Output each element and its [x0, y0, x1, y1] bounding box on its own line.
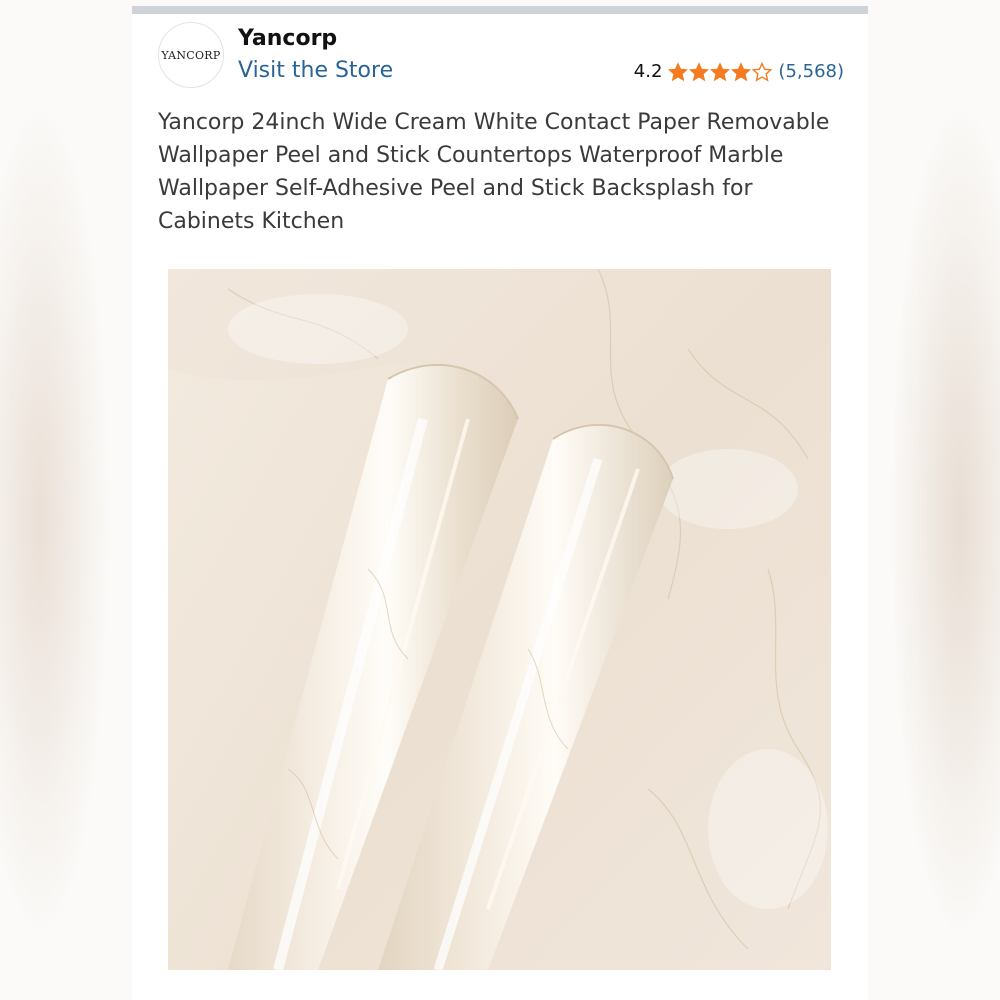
star-filled-icon [689, 61, 710, 82]
star-filled-icon [668, 61, 689, 82]
product-card: YANCORP Yancorp Visit the Store 4.2 (5,5… [132, 6, 868, 1000]
marble-rolls-icon [168, 268, 831, 972]
star-empty-icon [752, 61, 773, 82]
store-logo-text: YANCORP [161, 48, 221, 62]
top-divider [132, 6, 868, 14]
product-title: Yancorp 24inch Wide Cream White Contact … [158, 110, 830, 234]
visit-store-link[interactable]: Visit the Store [238, 58, 393, 83]
star-filled-icon [731, 61, 752, 82]
product-image[interactable] [168, 268, 831, 972]
star-filled-icon [710, 61, 731, 82]
rating-row[interactable]: 4.2 (5,568) [634, 61, 844, 82]
review-count-link[interactable]: (5,568) [778, 61, 844, 82]
store-name: Yancorp [238, 26, 338, 51]
rating-value: 4.2 [633, 61, 663, 82]
store-logo[interactable]: YANCORP [158, 22, 224, 88]
star-rating[interactable] [668, 61, 773, 82]
